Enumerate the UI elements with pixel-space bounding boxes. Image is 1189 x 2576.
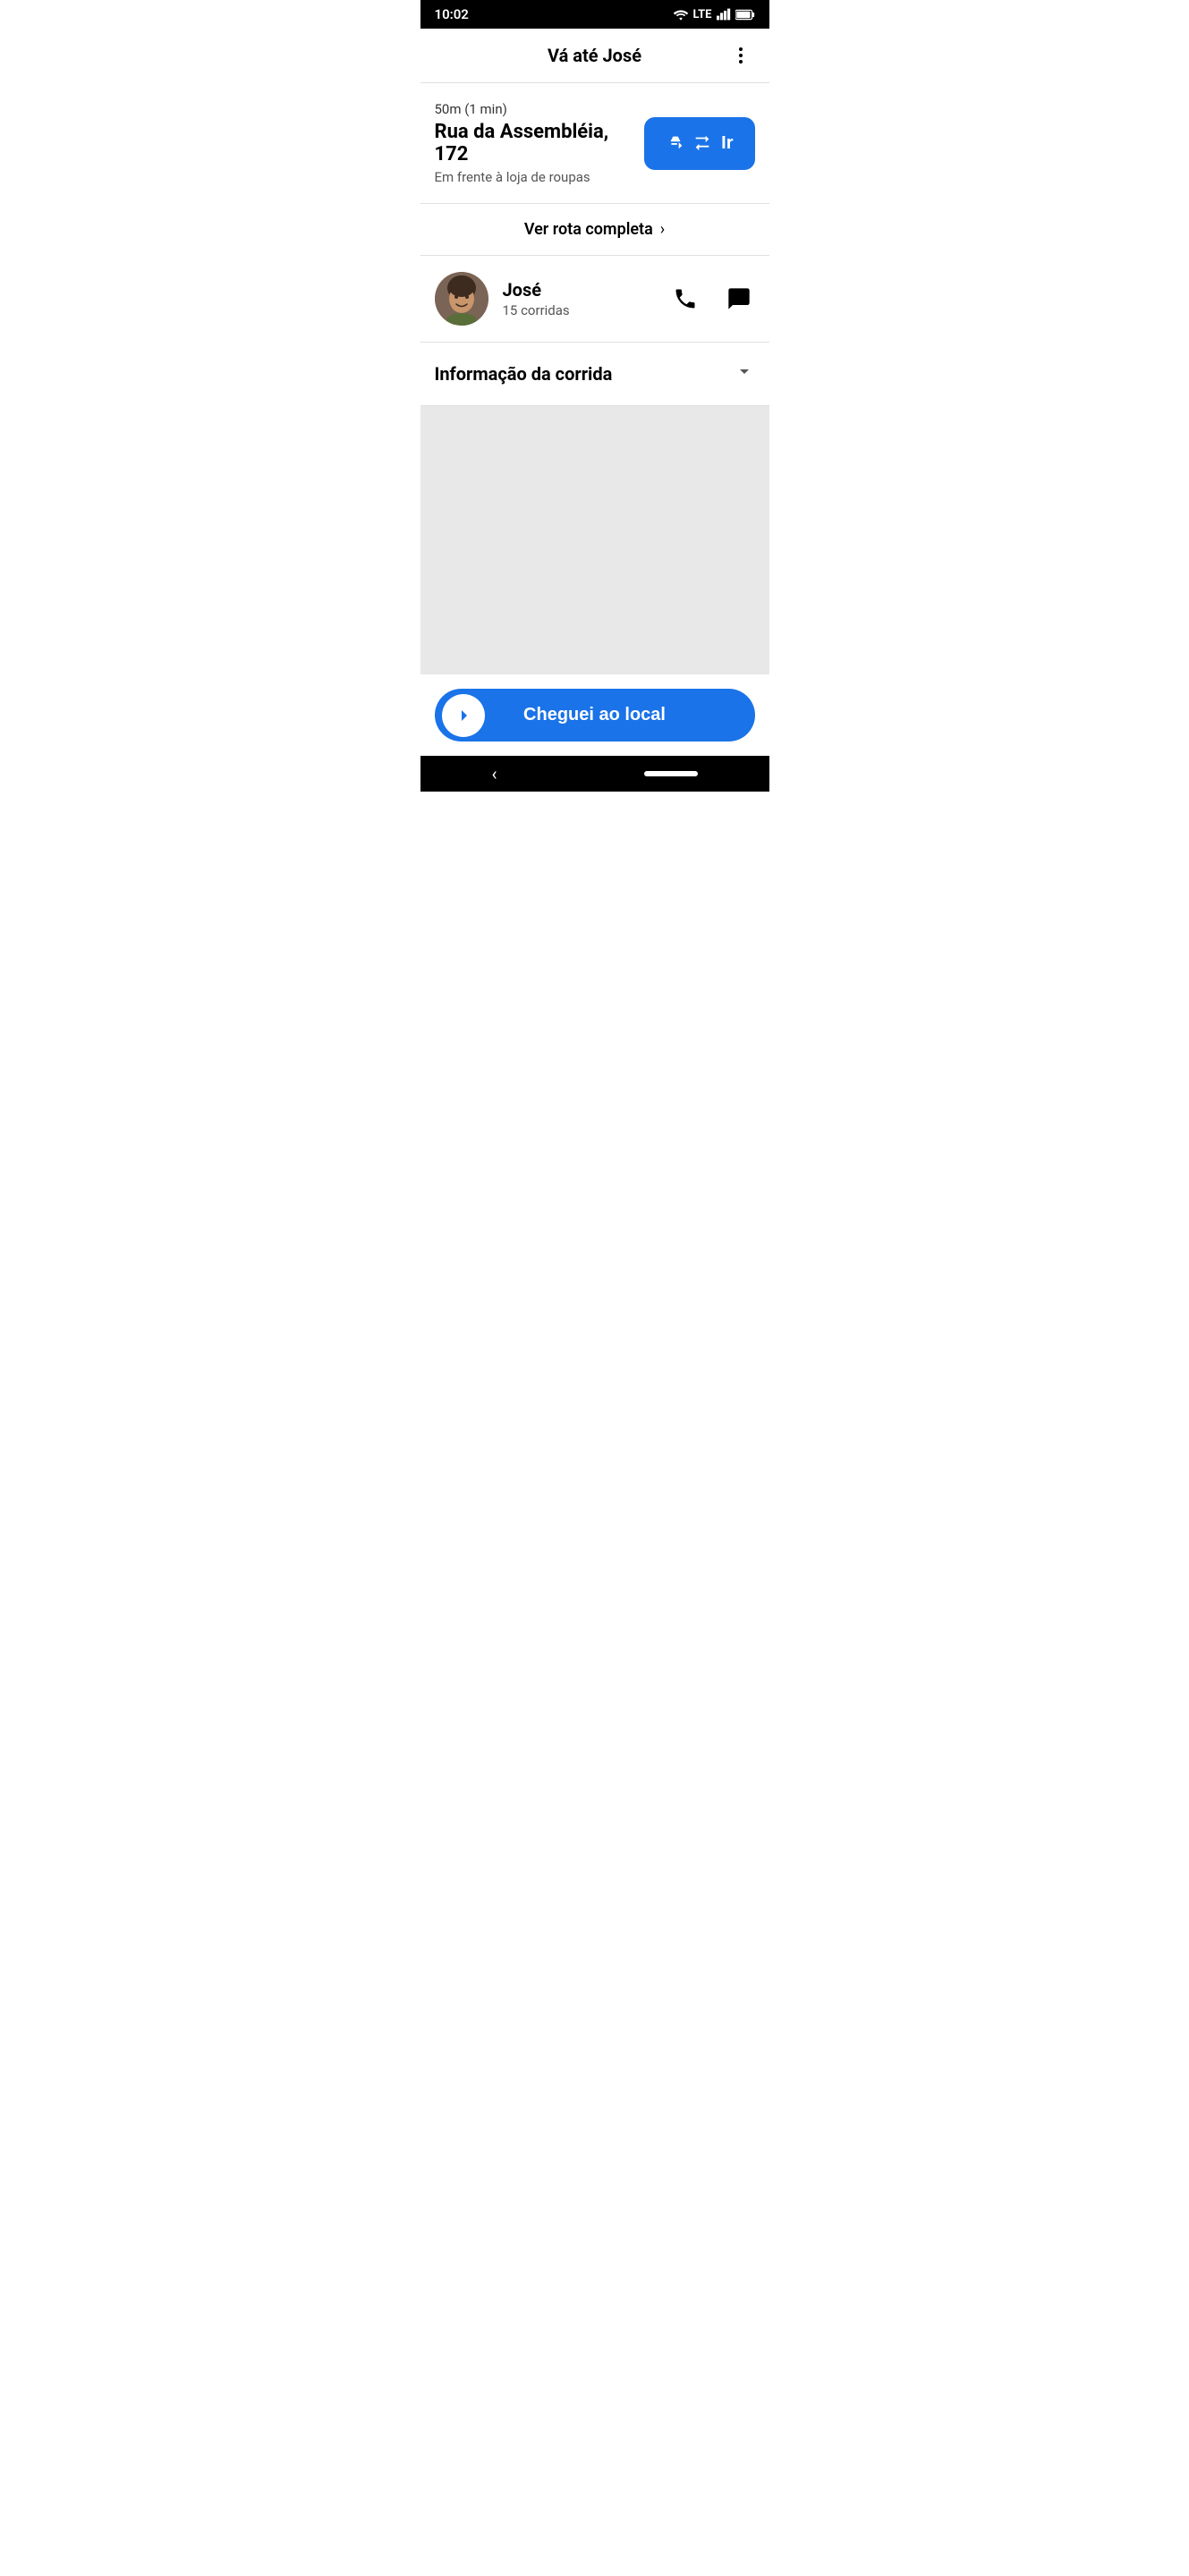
wifi-icon <box>673 8 689 21</box>
chevron-right-icon: › <box>660 220 665 239</box>
passenger-actions <box>669 283 755 315</box>
map-area <box>420 406 769 674</box>
chevron-right-icon <box>453 705 474 726</box>
call-button[interactable] <box>669 283 701 315</box>
more-options-icon <box>730 45 752 66</box>
navigation-icon <box>666 133 685 153</box>
swap-icon <box>692 133 712 153</box>
address-hint: Em frente à loja de roupas <box>435 169 634 185</box>
arrived-button-icon <box>442 694 485 737</box>
battery-icon <box>735 9 755 21</box>
status-time: 10:02 <box>435 6 469 22</box>
signal-icon <box>717 8 731 21</box>
avatar <box>435 272 488 326</box>
expand-icon <box>734 360 755 382</box>
passenger-card: José 15 corridas <box>420 256 769 343</box>
info-section-title: Informação da corrida <box>435 363 613 385</box>
route-link[interactable]: Ver rota completa › <box>420 204 769 256</box>
chevron-down-icon <box>734 360 755 387</box>
back-icon[interactable]: ‹ <box>492 763 497 784</box>
more-options-button[interactable] <box>726 41 755 70</box>
avatar-image <box>435 272 488 326</box>
passenger-name: José <box>503 279 669 301</box>
bottom-bar: Cheguei ao local <box>420 674 769 756</box>
passenger-rides: 15 corridas <box>503 302 669 318</box>
phone-icon <box>673 286 698 311</box>
route-link-text: Ver rota completa <box>524 220 653 239</box>
info-section[interactable]: Informação da corrida <box>420 343 769 406</box>
arrived-button[interactable]: Cheguei ao local <box>435 689 755 741</box>
nav-bar: ‹ <box>420 756 769 792</box>
home-indicator[interactable] <box>644 771 698 776</box>
address-duration: 50m (1 min) <box>435 101 634 117</box>
address-street: Rua da Assembléia, 172 <box>435 121 634 165</box>
chat-icon <box>726 286 752 311</box>
go-button-label: Ir <box>721 133 733 154</box>
passenger-info: José 15 corridas <box>503 279 669 318</box>
lte-label: LTE <box>693 8 712 21</box>
status-icons: LTE <box>673 8 755 21</box>
status-bar: 10:02 LTE <box>420 0 769 29</box>
top-nav: Vá até José <box>420 29 769 83</box>
arrived-button-label: Cheguei ao local <box>456 705 734 725</box>
message-button[interactable] <box>723 283 755 315</box>
page-title: Vá até José <box>548 45 641 66</box>
address-info: 50m (1 min) Rua da Assembléia, 172 Em fr… <box>435 101 634 185</box>
address-card: 50m (1 min) Rua da Assembléia, 172 Em fr… <box>420 83 769 204</box>
go-button[interactable]: Ir <box>644 117 754 170</box>
